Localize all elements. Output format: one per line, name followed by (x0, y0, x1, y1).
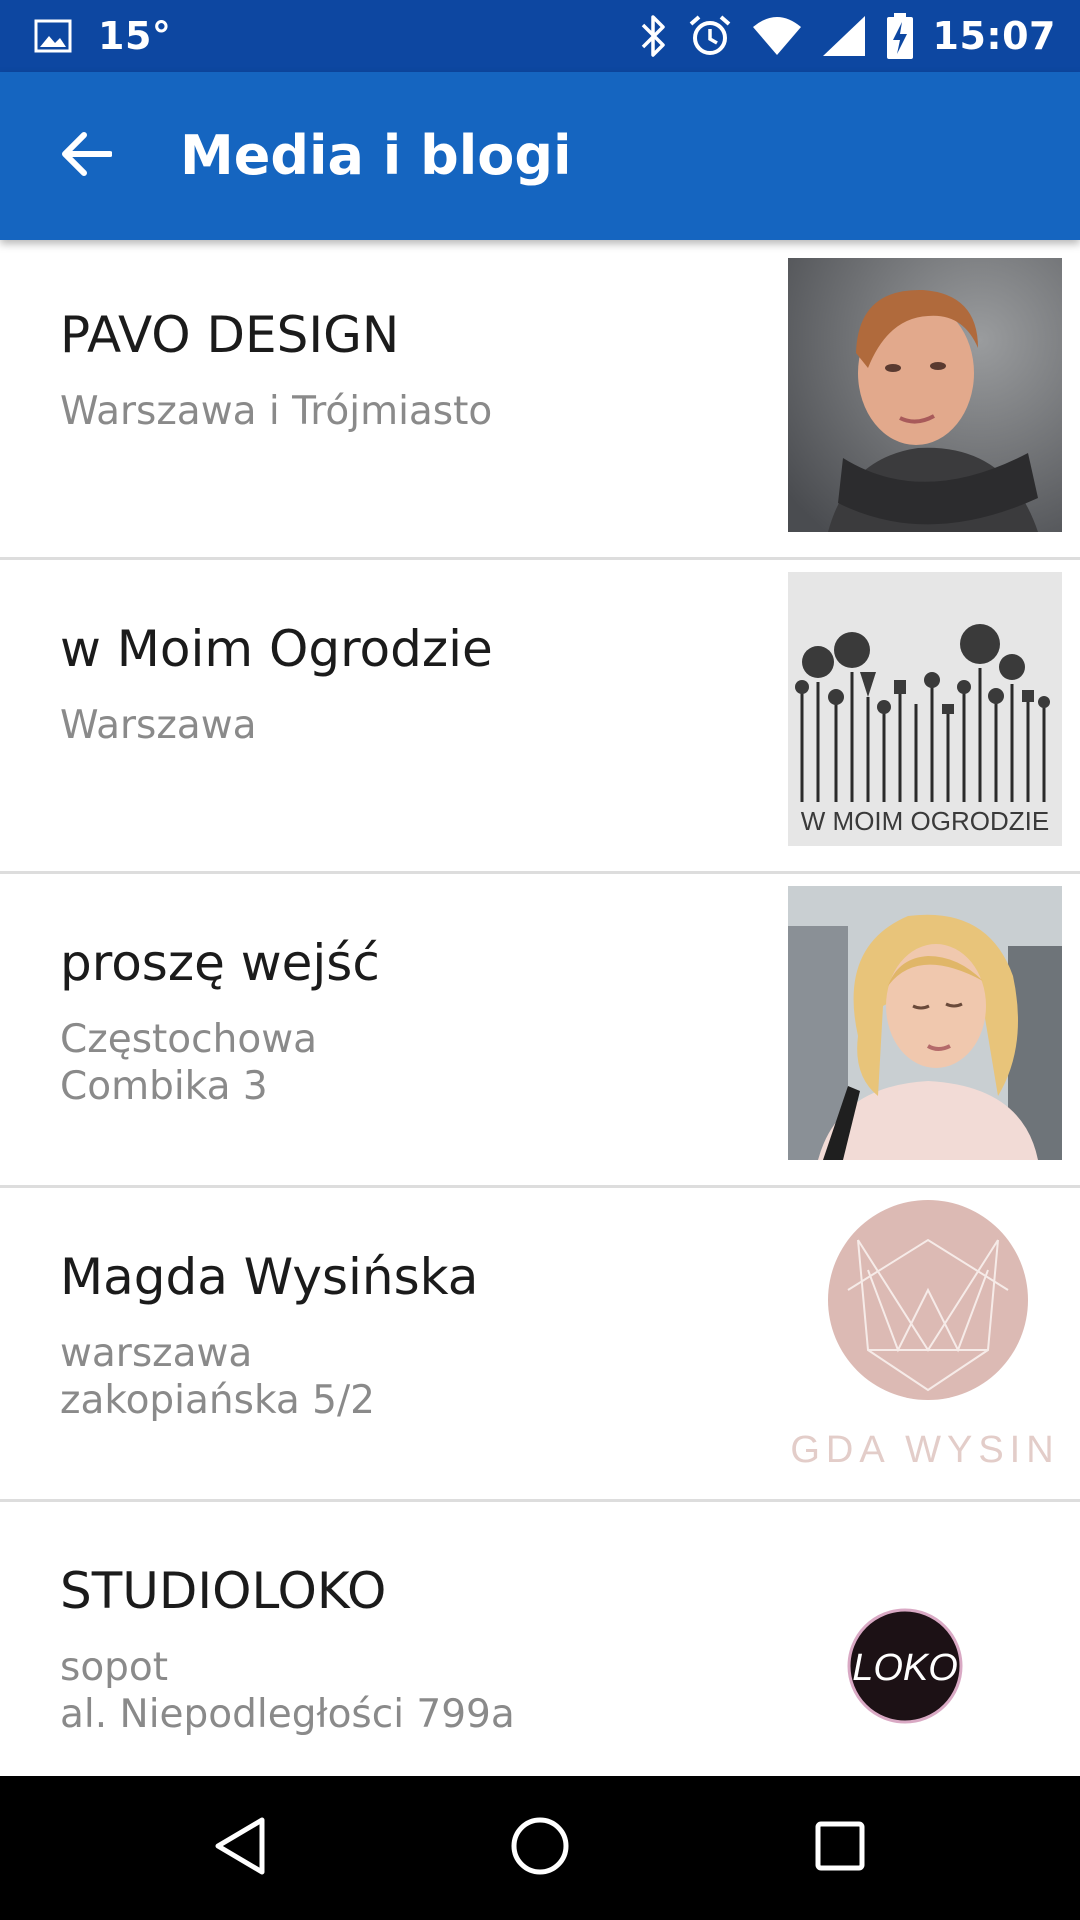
item-subtitle: Warszawa (60, 702, 257, 749)
list-item[interactable]: w Moim Ogrodzie Warszawa W MOIM OGRODZIE (0, 560, 1080, 874)
alarm-icon (687, 13, 733, 59)
magda-logo-text: GDA WYSIN (790, 1429, 1059, 1471)
wifi-icon (751, 15, 803, 57)
item-address: al. Niepodległości 799a (60, 1692, 515, 1737)
list-item[interactable]: proszę wejść Częstochowa Combika 3 (0, 874, 1080, 1188)
item-location: sopot (60, 1645, 169, 1690)
battery-charging-icon (885, 12, 915, 60)
app-bar: Media i blogi (0, 72, 1080, 240)
item-subtitle: Częstochowa Combika 3 (60, 1016, 317, 1110)
item-location: Warszawa (60, 703, 257, 748)
nav-home-button[interactable] (500, 1808, 580, 1888)
item-location: Warszawa i Trójmiasto (60, 389, 493, 434)
item-address: zakopiańska 5/2 (60, 1378, 375, 1423)
list-item[interactable]: Magda Wysińska warszawa zakopiańska 5/2 (0, 1188, 1080, 1502)
screen: 15° 15:07 Media i blogi PAVO DESIGN Wars… (0, 0, 1080, 1920)
item-location: Częstochowa (60, 1017, 317, 1062)
back-button[interactable] (40, 110, 132, 202)
image-icon (34, 19, 72, 53)
media-list: PAVO DESIGN Warszawa i Trójmiasto w Moim… (0, 246, 1080, 1813)
geometric-monogram-logo-thumbnail: GDA WYSIN (788, 1200, 1062, 1474)
item-subtitle: warszawa zakopiańska 5/2 (60, 1330, 375, 1424)
arrow-back-icon (60, 131, 113, 182)
item-title: proszę wejść (60, 934, 380, 992)
item-address: Combika 3 (60, 1064, 268, 1109)
temperature-text: 15° (98, 14, 172, 58)
item-subtitle: Warszawa i Trójmiasto (60, 388, 492, 435)
garden-logo-text: W MOIM OGRODZIE (801, 806, 1049, 836)
home-circle-icon (508, 1814, 572, 1883)
clock-text: 15:07 (932, 14, 1056, 58)
nav-recents-button[interactable] (800, 1808, 880, 1888)
bluetooth-icon (639, 13, 669, 59)
item-subtitle: sopot al. Niepodległości 799a (60, 1644, 515, 1738)
recents-square-icon (810, 1816, 870, 1881)
item-title: Magda Wysińska (60, 1248, 479, 1306)
portrait-photo-thumbnail (788, 886, 1062, 1160)
item-title: w Moim Ogrodzie (60, 620, 493, 678)
signal-icon (821, 14, 867, 58)
loko-logo-text: LOKO (852, 1647, 958, 1689)
item-title: STUDIOLOKO (60, 1562, 387, 1620)
loko-logo-thumbnail: LOKO (788, 1514, 1062, 1788)
navigation-bar (0, 1776, 1080, 1920)
list-item[interactable]: STUDIOLOKO sopot al. Niepodległości 799a… (0, 1502, 1080, 1813)
status-bar: 15° 15:07 (0, 0, 1080, 72)
back-triangle-icon (210, 1814, 270, 1883)
page-title: Media i blogi (180, 124, 572, 187)
item-title: PAVO DESIGN (60, 306, 400, 364)
list-item[interactable]: PAVO DESIGN Warszawa i Trójmiasto (0, 246, 1080, 560)
garden-tools-logo-thumbnail: W MOIM OGRODZIE (788, 572, 1062, 846)
nav-back-button[interactable] (200, 1808, 280, 1888)
item-location: warszawa (60, 1331, 253, 1376)
portrait-photo-thumbnail (788, 258, 1062, 532)
